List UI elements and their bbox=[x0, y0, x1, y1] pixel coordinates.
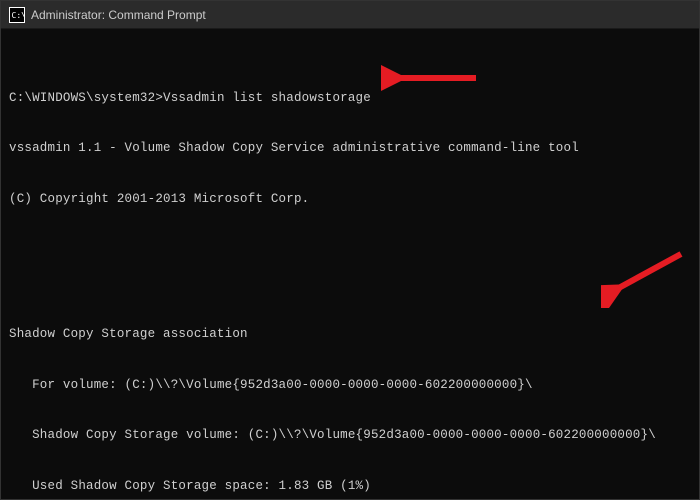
window-title: Administrator: Command Prompt bbox=[31, 8, 206, 22]
prompt-line-1: C:\WINDOWS\system32>Vssadmin list shadow… bbox=[9, 90, 691, 107]
prompt-path: C:\WINDOWS\system32> bbox=[9, 90, 163, 107]
titlebar[interactable]: C:\ Administrator: Command Prompt bbox=[1, 1, 699, 29]
command-prompt-window: C:\ Administrator: Command Prompt C:\WIN… bbox=[0, 0, 700, 500]
svg-text:C:\: C:\ bbox=[12, 11, 26, 20]
blank-line bbox=[9, 258, 691, 275]
cmd-icon: C:\ bbox=[9, 7, 25, 23]
annotation-arrow-1 bbox=[381, 31, 481, 125]
assoc-used: Used Shadow Copy Storage space: 1.83 GB … bbox=[9, 478, 691, 495]
output-banner: vssadmin 1.1 - Volume Shadow Copy Servic… bbox=[9, 140, 691, 157]
assoc-storage-volume: Shadow Copy Storage volume: (C:)\\?\Volu… bbox=[9, 427, 691, 444]
output-copyright: (C) Copyright 2001-2013 Microsoft Corp. bbox=[9, 191, 691, 208]
assoc-header: Shadow Copy Storage association bbox=[9, 326, 691, 343]
terminal-output[interactable]: C:\WINDOWS\system32>Vssadmin list shadow… bbox=[1, 29, 699, 499]
annotation-arrow-2 bbox=[601, 214, 691, 342]
command-1: Vssadmin list shadowstorage bbox=[163, 90, 371, 107]
assoc-for-volume: For volume: (C:)\\?\Volume{952d3a00-0000… bbox=[9, 377, 691, 394]
